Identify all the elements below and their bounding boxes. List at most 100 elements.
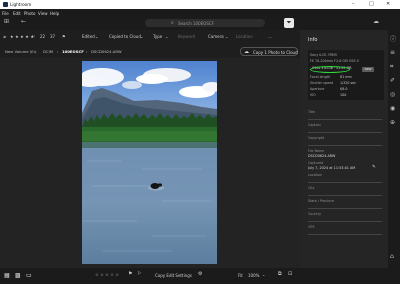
reject-flag-icon[interactable]: ⚐ — [137, 271, 141, 277]
copyright-label: Copyright — [308, 136, 325, 140]
raw-format-badge: ARW — [362, 67, 374, 72]
flag-count-37[interactable]: 37 — [50, 34, 55, 39]
tag-keyword-icon[interactable]: ⌂ — [390, 253, 394, 260]
minimize-button[interactable]: – — [352, 1, 355, 7]
shutter-speed-label: Shutter speed — [310, 81, 334, 85]
city-field[interactable] — [308, 195, 382, 196]
menu-edit[interactable]: Edit — [13, 11, 21, 16]
location-field[interactable] — [308, 182, 382, 183]
lake-photo — [82, 61, 217, 264]
search-icon: ⌕ — [171, 20, 174, 26]
location-label: Location — [308, 173, 322, 177]
state-field[interactable] — [308, 208, 382, 209]
flag-icon[interactable]: ⚑ — [128, 271, 132, 277]
copy-to-cloud-label: Copy 1 Photo to Cloud — [253, 50, 298, 55]
compare-icon[interactable]: ⧉ — [278, 271, 282, 277]
menu-help[interactable]: Help — [50, 11, 59, 16]
grid-view-icon[interactable]: ▦ — [4, 272, 10, 279]
filter-copied-to-cloud[interactable]: Copied to Cloud — [109, 34, 141, 39]
lightroom-logo-icon — [3, 2, 8, 7]
file-name-label: File Name — [308, 149, 325, 153]
add-photos-icon[interactable]: ⊞ — [4, 18, 9, 25]
captured-value: July 7, 2024 at 11:53:41 AM — [308, 166, 356, 170]
menu-file[interactable]: File — [2, 11, 9, 16]
flag-count-22[interactable]: 22 — [40, 34, 45, 39]
menu-view[interactable]: View — [38, 11, 48, 16]
zoom-fit[interactable]: Fit — [238, 273, 243, 278]
cloud-upload-icon: ☁ — [244, 49, 249, 55]
bottom-rating-stars[interactable]: ☆☆☆☆☆ — [95, 272, 120, 277]
filter-keyword[interactable]: Keyword — [178, 34, 195, 39]
sort-icon[interactable]: ≥ — [3, 34, 6, 39]
focal-length-label: Focal length — [310, 75, 331, 79]
presets-icon[interactable]: ⊕ — [390, 119, 395, 126]
iso-label: ISO — [310, 93, 316, 97]
breadcrumb-separator: › — [34, 49, 36, 54]
maximize-button[interactable]: □ — [369, 1, 374, 7]
breadcrumb-item[interactable]: DCIM — [43, 49, 53, 54]
title-label: Title — [308, 110, 316, 114]
city-label: City — [308, 186, 315, 190]
close-button[interactable]: ✕ — [386, 1, 390, 7]
menu-photo[interactable]: Photo — [24, 11, 35, 16]
search-placeholder: Search 100EOSCF — [178, 20, 214, 26]
filter-icon[interactable]: ⏷ — [284, 18, 294, 28]
photo-preview[interactable] — [82, 61, 217, 264]
info-panel: Info Sony ILCE-7RM5 FE 70-200mm F2.8 GM … — [300, 30, 388, 268]
healing-brush-icon[interactable]: ✐ — [390, 77, 395, 84]
aperture-value: f/8.0 — [340, 87, 348, 91]
chevron-down-icon: ⌄ — [140, 34, 144, 39]
flag-icon[interactable]: ⚐ — [32, 34, 36, 39]
settings-gear-icon[interactable]: ⚙ — [198, 271, 202, 277]
filter-type[interactable]: Type — [153, 34, 162, 39]
copy-to-cloud-button[interactable]: ☁ Copy 1 Photo to Cloud — [240, 47, 298, 56]
info-icon[interactable]: ⓘ — [390, 34, 396, 43]
breadcrumb-file: DSCD0624.ARW — [91, 49, 122, 54]
file-name-value: DSCD0624.ARW — [308, 154, 336, 158]
back-arrow-icon[interactable]: ← — [21, 18, 26, 25]
title-bar: Lightroom – □ ✕ — [0, 0, 400, 9]
captured-label: Captured — [308, 161, 324, 165]
caption-label: Caption — [308, 123, 321, 127]
breadcrumb-separator: › — [86, 49, 88, 54]
masking-icon[interactable]: ◎ — [390, 91, 395, 98]
filter-more[interactable]: ... — [268, 34, 272, 39]
crop-icon[interactable]: ⌗ — [390, 63, 393, 71]
info-header: Info — [308, 37, 318, 43]
gps-label: GPS — [308, 225, 315, 229]
country-field[interactable] — [308, 221, 382, 222]
chevron-down-icon: ⌄ — [95, 34, 99, 39]
caption-field[interactable] — [308, 132, 382, 133]
focal-length-value: 81 mm — [340, 75, 352, 79]
search-box[interactable]: ⌕ Search 100EOSCF — [145, 19, 265, 27]
breadcrumb-current-folder[interactable]: 100EOSCF — [62, 49, 84, 54]
bottom-bar: ▦ ▩ ▭ ☆☆☆☆☆ ⚑ ⚐ Copy Edit Settings ⚙ Fit… — [0, 268, 400, 284]
edit-pencil-icon[interactable]: ✎ — [372, 165, 376, 170]
detail-view-icon[interactable]: ▭ — [26, 272, 32, 279]
state-label: State / Province — [308, 199, 334, 203]
cloud-sync-icon[interactable]: ☁ — [373, 18, 379, 25]
zoom-level[interactable]: 100% — [248, 273, 259, 278]
filter-location[interactable]: Location — [236, 34, 253, 39]
filter-camera[interactable]: Camera — [208, 34, 224, 39]
chevron-down-icon: ⌄ — [165, 34, 169, 39]
copyright-field[interactable] — [308, 145, 382, 146]
tag-icon[interactable]: ⊡ — [288, 271, 292, 277]
title-field[interactable] — [308, 119, 382, 120]
filter-edited[interactable]: Edited — [82, 34, 95, 39]
flag-icon[interactable]: ⚑ — [62, 34, 66, 39]
aperture-label: Aperture — [310, 87, 325, 91]
edit-sliders-icon[interactable]: ≡ — [390, 49, 395, 56]
redeye-icon[interactable]: ◉ — [390, 105, 395, 112]
resolution-highlight-circle — [310, 66, 350, 73]
country-label: Country — [308, 212, 322, 216]
square-grid-icon[interactable]: ▩ — [15, 272, 21, 279]
breadcrumb-item[interactable]: New Volume (E:) — [5, 49, 36, 54]
camera-model: Sony ILCE-7RM5 — [310, 53, 337, 57]
filter-bar: ≥ ★★★★★ ⚐ 22 37 ⚑ Edited ⌄ Copied to Clo… — [0, 30, 300, 45]
copy-edit-settings-button[interactable]: Copy Edit Settings — [155, 273, 192, 278]
gps-field[interactable] — [308, 234, 382, 235]
camera-info-box: Sony ILCE-7RM5 FE 70-200mm F2.8 GM OSS I… — [308, 50, 384, 100]
shutter-speed-value: 1/320 sec — [340, 81, 357, 85]
window-title: Lightroom — [10, 2, 32, 7]
